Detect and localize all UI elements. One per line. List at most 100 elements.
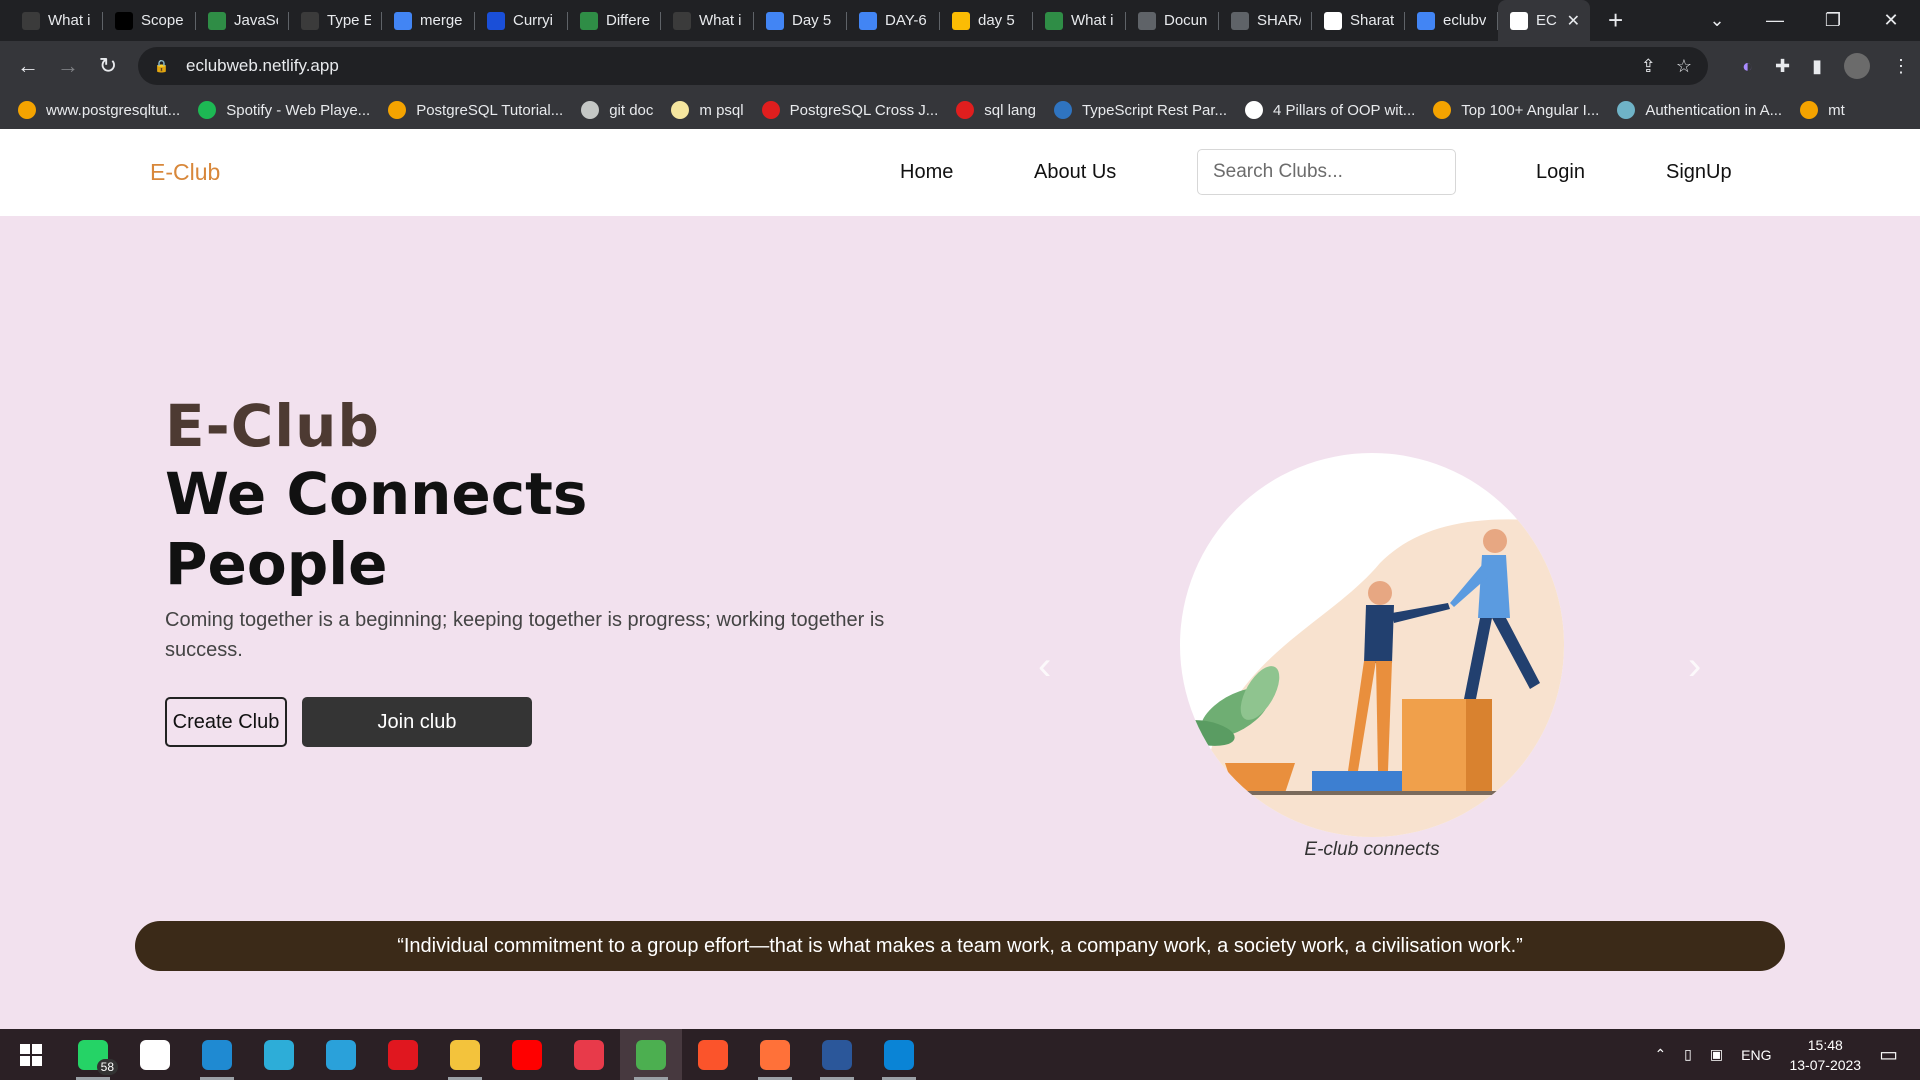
- taskbar-mongodb-button[interactable]: [124, 1029, 186, 1080]
- bookmark-favicon-icon: [761, 101, 780, 119]
- extension-icon[interactable]: ◐: [1742, 56, 1753, 77]
- tab[interactable]: Type E: [289, 0, 382, 41]
- bookmark-item[interactable]: PostgreSQL Cross J...: [761, 101, 939, 119]
- bookmark-item[interactable]: Authentication in A...: [1617, 101, 1782, 119]
- bookmark-favicon-icon: [1800, 101, 1819, 119]
- bookmark-item[interactable]: 4 Pillars of OOP wit...: [1245, 101, 1415, 119]
- tab-search-icon[interactable]: ⌄: [1688, 10, 1746, 31]
- taskbar-firefox-button[interactable]: [744, 1029, 806, 1080]
- profile-avatar[interactable]: [1844, 53, 1870, 79]
- battery-icon[interactable]: ▯: [1684, 1046, 1692, 1063]
- tab-favicon-icon: [1045, 11, 1063, 30]
- taskbar-edge-button[interactable]: [248, 1029, 310, 1080]
- tray-overflow-icon[interactable]: ⌃: [1654, 1046, 1666, 1063]
- taskbar-whatsapp-button[interactable]: 58: [62, 1029, 124, 1080]
- bookmark-favicon-icon: [198, 101, 217, 119]
- bookmark-favicon-icon: [18, 101, 36, 119]
- bookmark-favicon-icon: [671, 101, 690, 119]
- taskbar-word-button[interactable]: [806, 1029, 868, 1080]
- site-brand-link[interactable]: E-Club: [150, 159, 220, 186]
- tab[interactable]: Differe: [568, 0, 661, 41]
- nav-about-link[interactable]: About Us: [1034, 161, 1116, 184]
- close-tab-icon[interactable]: ✕: [1567, 11, 1580, 31]
- bookmark-label: Authentication in A...: [1645, 101, 1783, 119]
- tab[interactable]: What i: [1033, 0, 1126, 41]
- taskbar-brave-button[interactable]: [682, 1029, 744, 1080]
- search-clubs-input[interactable]: [1197, 149, 1456, 195]
- hero-subtitle: Coming together is a beginning; keeping …: [165, 609, 885, 661]
- start-button[interactable]: [0, 1029, 62, 1080]
- bookmark-item[interactable]: sql lang: [956, 101, 1036, 119]
- taskbar-file-explorer-button[interactable]: [434, 1029, 496, 1080]
- tab[interactable]: What i: [10, 0, 103, 41]
- bookmark-item[interactable]: PostgreSQL Tutorial...: [388, 101, 563, 119]
- notifications-icon[interactable]: ▭: [1879, 1042, 1898, 1067]
- bookmark-item[interactable]: git doc: [581, 101, 653, 119]
- join-club-button[interactable]: Join club: [302, 697, 532, 747]
- share-icon[interactable]: ⇪: [1641, 56, 1656, 77]
- bookmark-label: Top 100+ Angular I...: [1461, 101, 1600, 119]
- taskbar-vscode-button[interactable]: [186, 1029, 248, 1080]
- tab[interactable]: JavaSc: [196, 0, 289, 41]
- carousel-next-icon[interactable]: ›: [1688, 644, 1701, 689]
- tab[interactable]: Day 5: [754, 0, 847, 41]
- tab[interactable]: Docun: [1126, 0, 1219, 41]
- close-window-button[interactable]: ✕: [1862, 10, 1920, 31]
- tab-title: Docun: [1164, 12, 1208, 29]
- address-text: eclubweb.netlify.app: [186, 56, 339, 75]
- taskbar-opera-button[interactable]: [372, 1029, 434, 1080]
- tab[interactable]: What i: [661, 0, 754, 41]
- tab[interactable]: DAY-6: [847, 0, 940, 41]
- bookmark-item[interactable]: m psql: [671, 101, 744, 119]
- tab-title: What i: [48, 12, 91, 29]
- back-button[interactable]: ←: [8, 53, 48, 79]
- clock-date: 13-07-2023: [1789, 1056, 1862, 1073]
- nav-login-link[interactable]: Login: [1536, 161, 1585, 184]
- bookmark-item[interactable]: TypeScript Rest Par...: [1053, 101, 1227, 119]
- create-club-button[interactable]: Create Club: [165, 697, 287, 747]
- side-panel-icon[interactable]: ▮: [1812, 56, 1822, 77]
- bookmark-label: www.postgresqltut...: [46, 101, 181, 119]
- taskbar-mail-button[interactable]: [868, 1029, 930, 1080]
- language-indicator[interactable]: ENG: [1741, 1047, 1771, 1063]
- nav-home-link[interactable]: Home: [900, 161, 953, 184]
- tab[interactable]: day 5: [940, 0, 1033, 41]
- bookmark-star-icon[interactable]: ☆: [1676, 56, 1692, 77]
- menu-kebab-icon[interactable]: ⋮: [1892, 56, 1910, 77]
- omnibox-actions: ⇪ ☆: [1641, 47, 1692, 85]
- address-bar[interactable]: 🔒 eclubweb.netlify.app ⇪ ☆: [138, 47, 1708, 85]
- tab-active[interactable]: EC ✕: [1498, 0, 1590, 41]
- carousel-prev-icon[interactable]: ‹: [1038, 644, 1051, 689]
- minimize-button[interactable]: —: [1746, 10, 1804, 31]
- taskbar-telegram-button[interactable]: [310, 1029, 372, 1080]
- tab[interactable]: eclubv: [1405, 0, 1498, 41]
- tab-favicon-icon: [766, 11, 784, 30]
- tab[interactable]: SHAR/: [1219, 0, 1312, 41]
- telegram-icon: [326, 1039, 356, 1070]
- reload-button[interactable]: ↻: [88, 53, 128, 79]
- teamwork-illustration: [1180, 519, 1564, 837]
- bookmark-item[interactable]: Top 100+ Angular I...: [1433, 101, 1599, 119]
- bookmark-item[interactable]: Spotify - Web Playe...: [198, 101, 370, 119]
- network-icon[interactable]: ▣: [1710, 1046, 1723, 1063]
- tab[interactable]: merge: [382, 0, 475, 41]
- bookmark-item[interactable]: www.postgresqltut...: [18, 101, 180, 119]
- tab[interactable]: Sharat: [1312, 0, 1405, 41]
- forward-button[interactable]: →: [48, 53, 88, 79]
- extensions-puzzle-icon[interactable]: ✚: [1775, 56, 1790, 77]
- bookmark-favicon-icon: [956, 101, 975, 119]
- tab-title: SHAR/: [1257, 12, 1301, 29]
- tab[interactable]: Scope: [103, 0, 196, 41]
- bookmark-favicon-icon: [1617, 101, 1636, 119]
- taskbar-youtube-button[interactable]: [496, 1029, 558, 1080]
- taskbar-music-button[interactable]: [558, 1029, 620, 1080]
- new-tab-button[interactable]: +: [1608, 5, 1623, 36]
- taskbar-chrome-button[interactable]: [620, 1029, 682, 1080]
- tab-favicon-icon: [208, 11, 226, 30]
- nav-signup-link[interactable]: SignUp: [1666, 161, 1732, 184]
- bookmark-item[interactable]: mt: [1800, 101, 1845, 119]
- tab[interactable]: Curryi: [475, 0, 568, 41]
- restore-button[interactable]: ❐: [1804, 10, 1862, 31]
- bookmark-label: PostgreSQL Cross J...: [789, 101, 939, 119]
- clock[interactable]: 15:48 13-07-2023: [1789, 1035, 1861, 1075]
